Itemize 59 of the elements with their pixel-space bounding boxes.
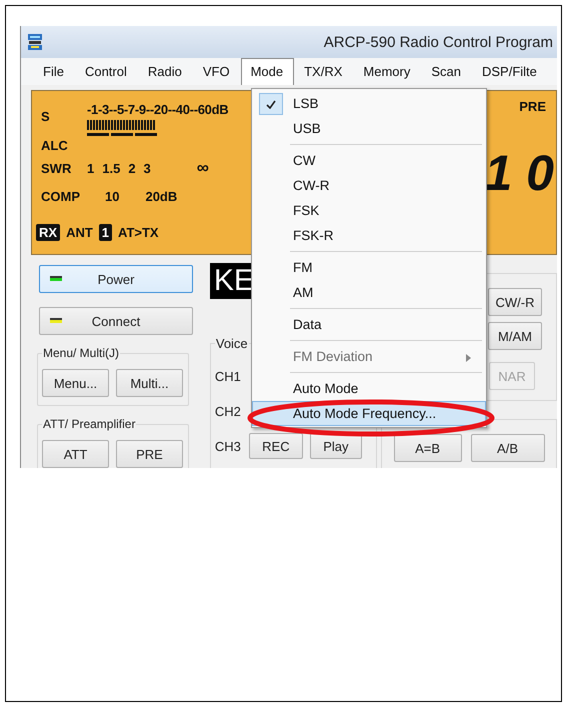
- vfo-button[interactable]: A=B: [394, 434, 462, 462]
- menu-bar-item[interactable]: VFO: [192, 58, 241, 85]
- swr-scale-value: 1: [87, 160, 94, 176]
- at-tx-label: AT>TX: [118, 225, 159, 240]
- preamp-indicator: PRE: [519, 99, 546, 114]
- alc-bar-drawing: [87, 133, 157, 136]
- window-title: ARCP-590 Radio Control Program: [324, 34, 553, 50]
- mode-button[interactable]: CW/-R: [488, 288, 542, 316]
- group-title: Voice: [214, 336, 249, 351]
- swr-infinity: ∞: [196, 158, 209, 178]
- swr-scale-value: 2: [128, 160, 136, 176]
- meter-label: COMP: [41, 188, 81, 204]
- menu-button[interactable]: Multi...: [116, 369, 183, 397]
- group-title: ATT/ Preamplifier: [42, 417, 136, 431]
- swr-scale-value: 3: [144, 160, 151, 176]
- antenna-number-badge: 1: [98, 224, 112, 241]
- menu-bar-item[interactable]: Control: [74, 58, 138, 85]
- display-text: KE: [214, 264, 254, 298]
- vfo-button[interactable]: A/B: [470, 434, 545, 462]
- menu-item[interactable]: USB: [252, 116, 486, 141]
- comp-scale-value: 10: [105, 188, 120, 204]
- group-title: Menu/ Multi(J): [42, 346, 120, 360]
- radio-app-icon: [27, 33, 43, 51]
- menu-item[interactable]: Auto Mode: [252, 376, 486, 401]
- menu-item[interactable]: FSK-R: [252, 223, 486, 248]
- ant-label: ANT: [66, 225, 93, 240]
- channel-label: CH1: [214, 368, 241, 384]
- menu-item[interactable]: FSK: [252, 198, 486, 223]
- channel-label: CH2: [214, 404, 241, 418]
- s-meter-ticks-drawing: [87, 118, 157, 130]
- menu-bar-item[interactable]: Memory: [353, 58, 422, 85]
- comp-scale-value: 20dB: [145, 188, 178, 204]
- voice-button[interactable]: REC: [248, 433, 303, 459]
- s-meter-scale: -1-3--5-7-9--20--40--60dB: [87, 102, 228, 117]
- menu-item[interactable]: FM: [252, 255, 486, 280]
- power-button[interactable]: Power: [39, 265, 193, 293]
- channel-label: CH3: [214, 438, 241, 454]
- menu-bar-item[interactable]: DSP/Filte: [472, 58, 548, 85]
- menu-item[interactable]: CW-R: [252, 173, 486, 198]
- meter-label: S: [41, 108, 51, 124]
- menu-bar-item[interactable]: Mode: [240, 58, 294, 85]
- meter-label: SWR: [41, 160, 72, 176]
- attenuator-button[interactable]: PRE: [116, 440, 183, 468]
- menu-bar-item[interactable]: Scan: [421, 58, 472, 85]
- menu-item[interactable]: CW: [252, 148, 486, 173]
- power-button[interactable]: Connect: [39, 307, 193, 335]
- menu-button[interactable]: Menu...: [42, 369, 109, 397]
- meter-label: ALC: [41, 138, 69, 152]
- menu-item[interactable]: AM: [252, 280, 486, 305]
- menu-item[interactable]: Data: [252, 312, 486, 337]
- menu-bar-item[interactable]: Radio: [138, 58, 193, 85]
- menu-item[interactable]: LSB: [252, 91, 486, 116]
- swr-scale-value: 1.5: [102, 160, 120, 176]
- rx-badge: RX: [36, 224, 60, 241]
- frequency-display: 1 0: [484, 144, 554, 202]
- menu-bar-item[interactable]: File: [33, 58, 75, 85]
- attenuator-button[interactable]: ATT: [42, 440, 109, 468]
- mode-button[interactable]: M/AM: [488, 322, 542, 350]
- menu-bar-item[interactable]: TX/RX: [294, 58, 354, 85]
